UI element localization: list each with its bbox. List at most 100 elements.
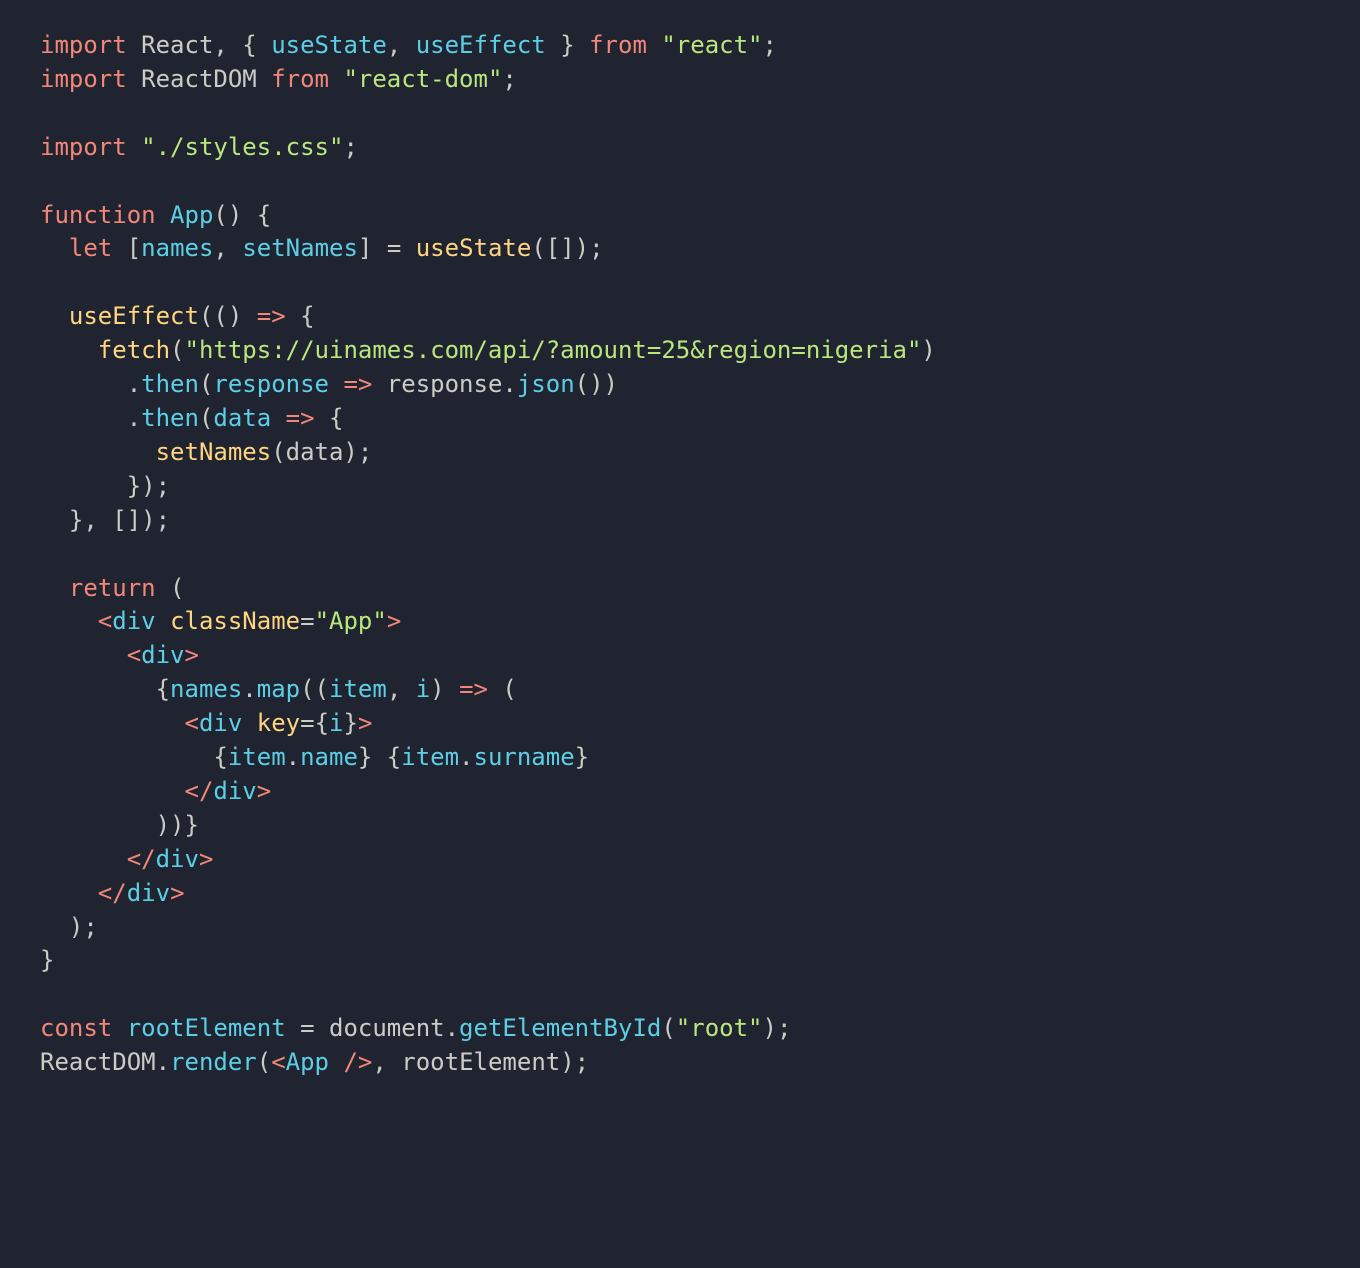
code-token (40, 777, 185, 805)
code-token: ))} (40, 811, 199, 839)
code-token: = document. (286, 1014, 459, 1042)
code-token: > (387, 607, 401, 635)
code-token (112, 1014, 126, 1042)
code-token: names (170, 675, 242, 703)
code-line: .then(data => { (40, 404, 343, 432)
code-token: < (271, 1048, 285, 1076)
code-token (40, 607, 98, 635)
code-line: .then(response => response.json()) (40, 370, 618, 398)
code-token: (() (199, 302, 257, 330)
code-token: ); (763, 1014, 792, 1042)
code-token (271, 404, 285, 432)
code-token: . (459, 743, 473, 771)
code-token: setNames (156, 438, 272, 466)
code-token: > (199, 845, 213, 873)
code-token: div (199, 709, 242, 737)
code-token: (( (300, 675, 329, 703)
code-token: ReactDOM (141, 65, 257, 93)
code-token: ; (763, 31, 777, 59)
code-line: return ( (40, 574, 185, 602)
code-token: i (416, 675, 430, 703)
code-token: import (40, 31, 127, 59)
code-token: App (286, 1048, 329, 1076)
code-token: { (286, 302, 315, 330)
code-line: import "./styles.css"; (40, 133, 358, 161)
code-line: </div> (40, 845, 213, 873)
code-token: ([]); (531, 234, 603, 262)
code-token: names (141, 234, 213, 262)
code-token: return (69, 574, 156, 602)
code-line: ); (40, 913, 98, 941)
code-token: > (170, 879, 184, 907)
code-token: }, []); (40, 506, 170, 534)
code-token: React (141, 31, 213, 59)
code-token: ] = (358, 234, 416, 262)
code-token: let (69, 234, 112, 262)
code-token: ( (257, 1048, 271, 1076)
code-token (257, 65, 271, 93)
code-token: "react-dom" (343, 65, 502, 93)
code-token: ); (40, 913, 98, 941)
code-token: ( (199, 370, 213, 398)
code-line: <div> (40, 641, 199, 669)
code-token: ) (921, 336, 935, 364)
code-token (329, 65, 343, 93)
code-token: . (286, 743, 300, 771)
code-token: } (40, 946, 54, 974)
code-token: </ (127, 845, 156, 873)
code-token: () { (213, 201, 271, 229)
code-token (40, 574, 69, 602)
code-token: useState (271, 31, 387, 59)
code-token: "root" (676, 1014, 763, 1042)
code-token: item (228, 743, 286, 771)
code-token: response. (372, 370, 517, 398)
code-line: }); (40, 472, 170, 500)
code-token: setNames (242, 234, 358, 262)
code-token: import (40, 133, 127, 161)
code-token: useEffect (416, 31, 546, 59)
code-token (40, 709, 185, 737)
code-line: </div> (40, 777, 271, 805)
code-content: import React, { useState, useEffect } fr… (40, 31, 936, 1076)
code-token: ( (199, 404, 213, 432)
code-token: ) (430, 675, 459, 703)
code-token: ; (502, 65, 516, 93)
code-token: data (213, 404, 271, 432)
code-line: let [names, setNames] = useState([]); (40, 234, 604, 262)
code-token: item (329, 675, 387, 703)
code-token: i (329, 709, 343, 737)
code-token (40, 641, 127, 669)
code-token (40, 438, 156, 466)
code-token: function (40, 201, 156, 229)
code-line: } (40, 946, 54, 974)
code-line: import ReactDOM from "react-dom"; (40, 65, 517, 93)
code-token: > (358, 709, 372, 737)
code-token: [ (112, 234, 141, 262)
code-token: ={ (300, 709, 329, 737)
code-token: } (575, 743, 589, 771)
code-token: div (213, 777, 256, 805)
code-token: (data); (271, 438, 372, 466)
code-token: item (401, 743, 459, 771)
code-token: > (185, 641, 199, 669)
code-token: . (40, 404, 141, 432)
code-token: }); (40, 472, 170, 500)
code-token: then (141, 370, 199, 398)
code-token: key (257, 709, 300, 737)
code-line: <div key={i}> (40, 709, 372, 737)
code-token: } (343, 709, 357, 737)
code-token: . (242, 675, 256, 703)
code-token: "https://uinames.com/api/?amount=25&regi… (185, 336, 922, 364)
code-line: </div> (40, 879, 185, 907)
code-token: } (546, 31, 589, 59)
code-line: function App() { (40, 201, 271, 229)
code-token: "App" (315, 607, 387, 635)
code-token: , (387, 31, 416, 59)
code-token: from (589, 31, 647, 59)
code-line: setNames(data); (40, 438, 372, 466)
code-token: { (315, 404, 344, 432)
code-token: render (170, 1048, 257, 1076)
code-token (156, 607, 170, 635)
code-token: { (40, 743, 228, 771)
code-token: ; (343, 133, 357, 161)
